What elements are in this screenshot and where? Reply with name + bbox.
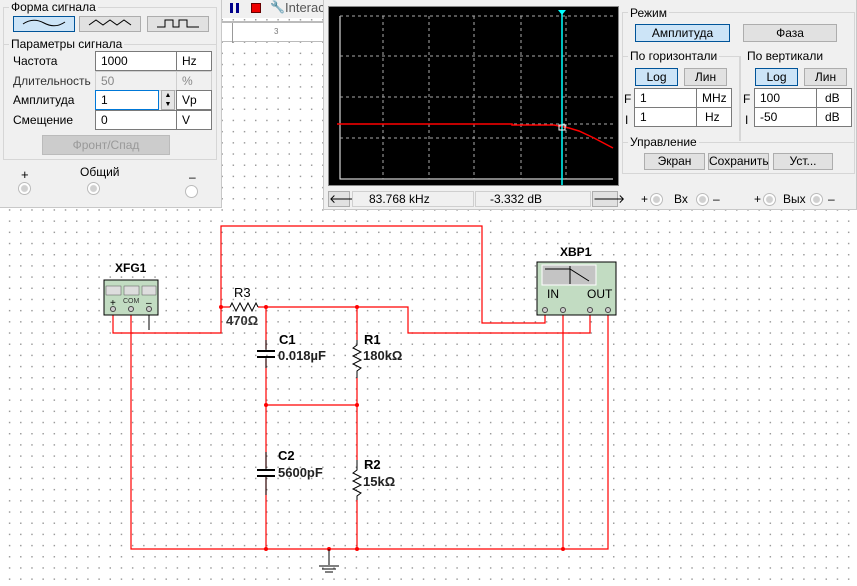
xfg1-function-generator[interactable]: XFG1 + COM – <box>103 261 159 316</box>
c1-capacitor[interactable] <box>257 340 275 368</box>
r3-value: 470Ω <box>226 313 258 328</box>
ground-icon <box>319 549 339 573</box>
r2-value: 15kΩ <box>363 474 395 489</box>
c1-name: C1 <box>279 332 296 347</box>
junctions <box>219 305 565 551</box>
c2-capacitor[interactable] <box>257 452 275 495</box>
xfg1-name: XFG1 <box>115 261 147 275</box>
xbp1-name: XBP1 <box>560 245 592 259</box>
r3-resistor[interactable] <box>229 301 259 313</box>
r2-resistor[interactable] <box>351 460 363 500</box>
wires[interactable] <box>112 225 609 550</box>
r1-resistor[interactable] <box>351 340 363 378</box>
xfg1-com: COM <box>123 298 140 305</box>
r3-name: R3 <box>234 285 251 300</box>
xbp1-bode-plotter[interactable]: XBP1 IN OUT <box>536 245 617 316</box>
r1-value: 180kΩ <box>363 348 402 363</box>
xbp1-in: IN <box>547 287 559 301</box>
schematic: R3 470Ω C1 0.018µF R1 180kΩ C2 5600pF R2… <box>103 225 617 573</box>
xbp1-out: OUT <box>587 287 613 301</box>
c2-value: 5600pF <box>278 465 323 480</box>
r2-name: R2 <box>364 457 381 472</box>
r1-name: R1 <box>364 332 381 347</box>
c1-value: 0.018µF <box>278 348 326 363</box>
c2-name: C2 <box>278 448 295 463</box>
